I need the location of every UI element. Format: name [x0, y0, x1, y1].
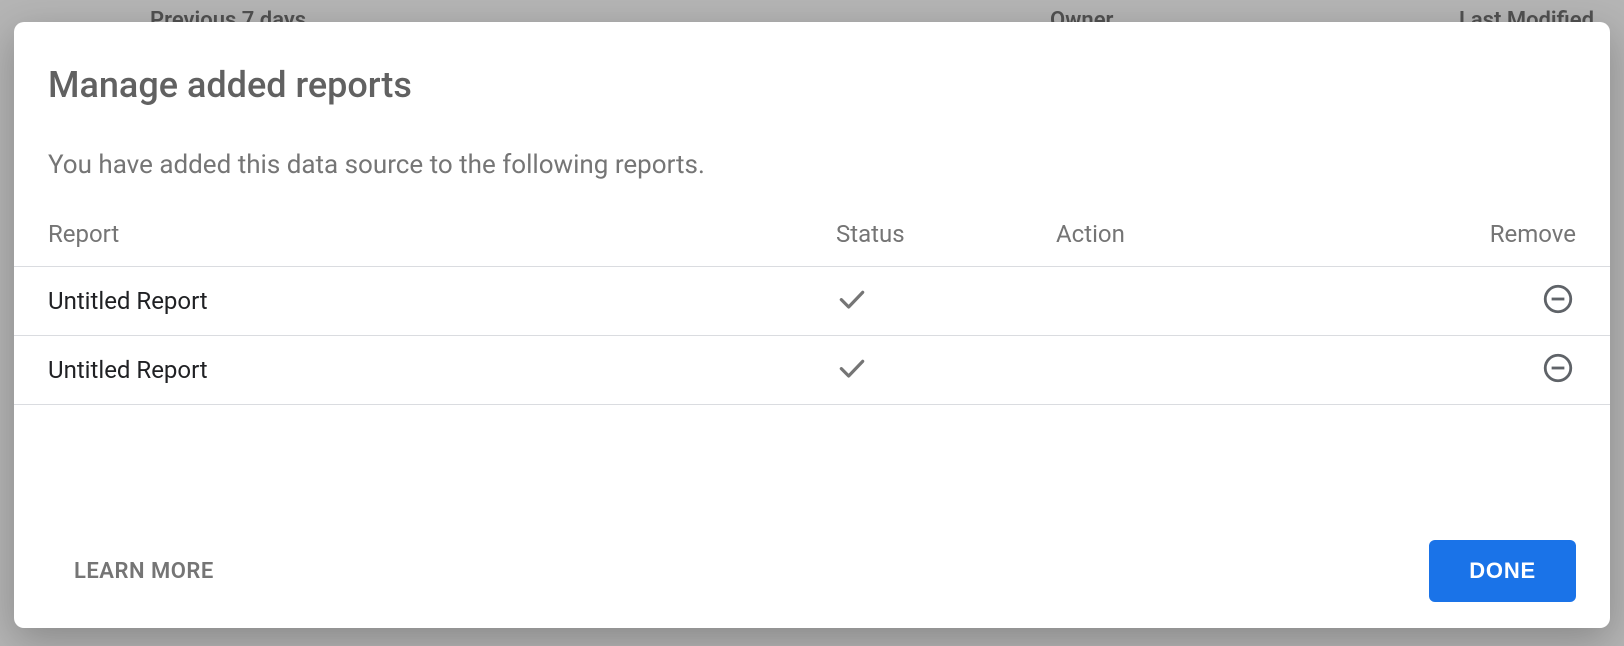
dialog-body: Manage added reports You have added this…	[14, 22, 1610, 520]
manage-added-reports-dialog: Manage added reports You have added this…	[14, 22, 1610, 628]
table-row: Untitled Report	[14, 336, 1610, 405]
col-header-status: Status	[836, 220, 1056, 248]
status-cell	[836, 352, 1056, 388]
learn-more-link[interactable]: Learn more	[74, 559, 214, 584]
dialog-description: You have added this data source to the f…	[48, 150, 1576, 180]
check-icon	[836, 283, 868, 319]
check-icon	[836, 352, 868, 388]
status-cell	[836, 283, 1056, 319]
table-rows: Untitled Report Untitled Report	[14, 266, 1610, 405]
done-button[interactable]: Done	[1429, 540, 1576, 602]
report-name: Untitled Report	[48, 356, 836, 384]
col-header-report: Report	[48, 220, 836, 248]
remove-circle-icon	[1541, 282, 1575, 320]
remove-button[interactable]	[1540, 283, 1576, 319]
remove-cell	[1376, 352, 1576, 388]
col-header-action: Action	[1056, 220, 1376, 248]
remove-circle-icon	[1541, 351, 1575, 389]
remove-cell	[1376, 283, 1576, 319]
table-row: Untitled Report	[14, 267, 1610, 336]
report-name: Untitled Report	[48, 287, 836, 315]
dialog-footer: Learn more Done	[14, 520, 1610, 628]
col-header-remove: Remove	[1376, 220, 1576, 248]
remove-button[interactable]	[1540, 352, 1576, 388]
table-header: Report Status Action Remove	[48, 210, 1576, 266]
dialog-title: Manage added reports	[48, 64, 1576, 106]
